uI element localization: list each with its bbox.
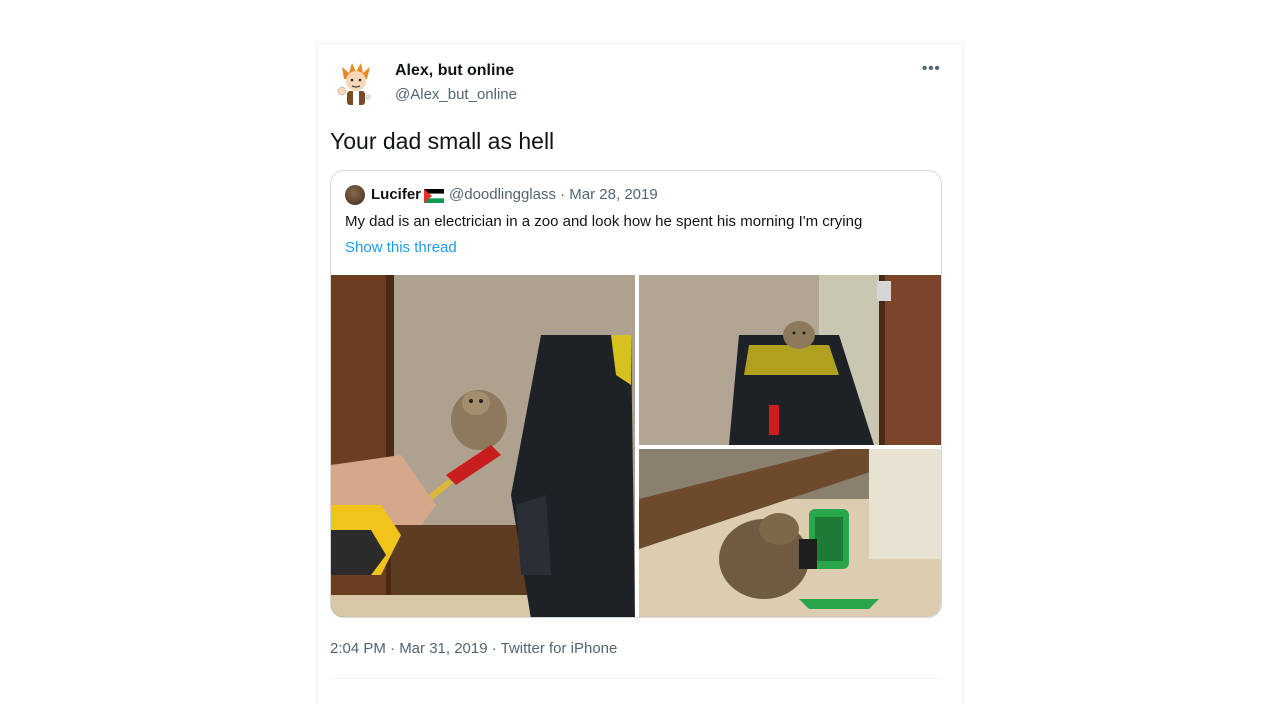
ellipsis-icon[interactable]: ••• bbox=[922, 60, 941, 77]
author-handle[interactable]: @Alex_but_online bbox=[395, 86, 517, 103]
photo-grid bbox=[331, 275, 941, 617]
quoted-text: My dad is an electrician in a zoo and lo… bbox=[345, 213, 863, 230]
quoted-author-name[interactable]: Lucifer bbox=[371, 186, 421, 203]
tweet-text: Your dad small as hell bbox=[330, 128, 555, 154]
quoted-tweet[interactable]: Lucifer @doodlingglass · Mar 28, 2019 My… bbox=[330, 170, 942, 618]
meerkat-with-green-lamp-photo[interactable] bbox=[639, 449, 941, 617]
author-name[interactable]: Alex, but online bbox=[395, 62, 514, 80]
show-thread-link[interactable]: Show this thread bbox=[345, 239, 457, 256]
divider bbox=[330, 678, 942, 679]
meerkat-with-screwdriver-photo[interactable] bbox=[331, 275, 635, 617]
author-avatar[interactable] bbox=[330, 57, 382, 109]
tweet-timestamp-source[interactable]: 2:04 PM · Mar 31, 2019 · Twitter for iPh… bbox=[330, 640, 617, 657]
palestine-flag-icon bbox=[424, 189, 444, 203]
quoted-author-avatar[interactable] bbox=[345, 185, 365, 205]
meerkat-in-tool-bag-photo[interactable] bbox=[639, 275, 941, 445]
quoted-handle-date[interactable]: @doodlingglass · Mar 28, 2019 bbox=[449, 186, 658, 203]
